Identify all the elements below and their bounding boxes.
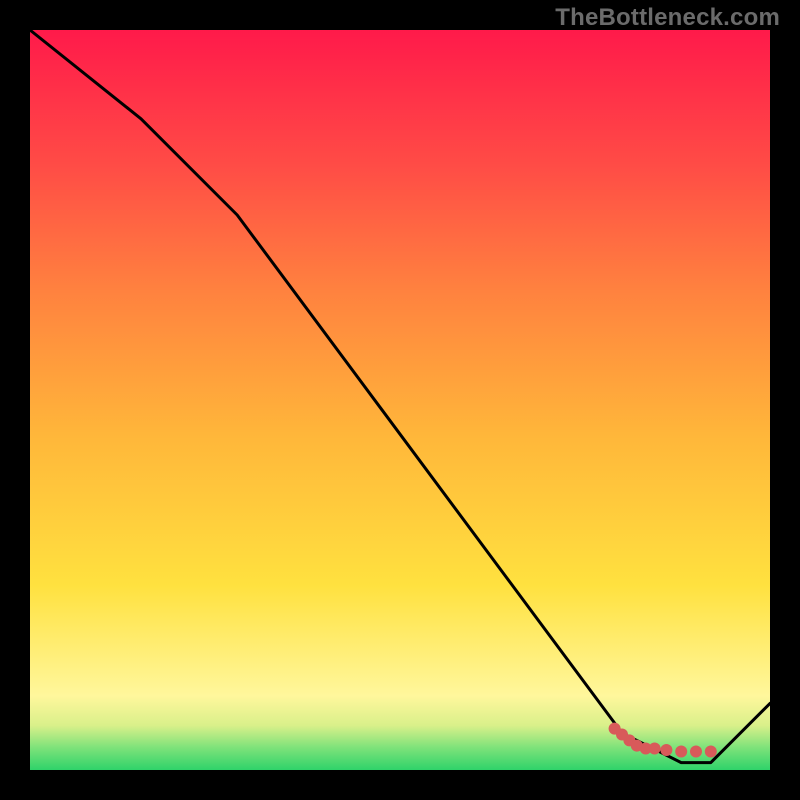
watermark-text: TheBottleneck.com xyxy=(555,4,780,32)
marker-dot xyxy=(690,746,702,758)
chart-svg xyxy=(0,0,800,800)
marker-dot xyxy=(675,746,687,758)
plot-background xyxy=(30,30,770,770)
marker-dot xyxy=(649,743,661,755)
chart-frame: TheBottleneck.com xyxy=(0,0,800,800)
marker-dot xyxy=(660,744,672,756)
marker-dot xyxy=(705,746,717,758)
